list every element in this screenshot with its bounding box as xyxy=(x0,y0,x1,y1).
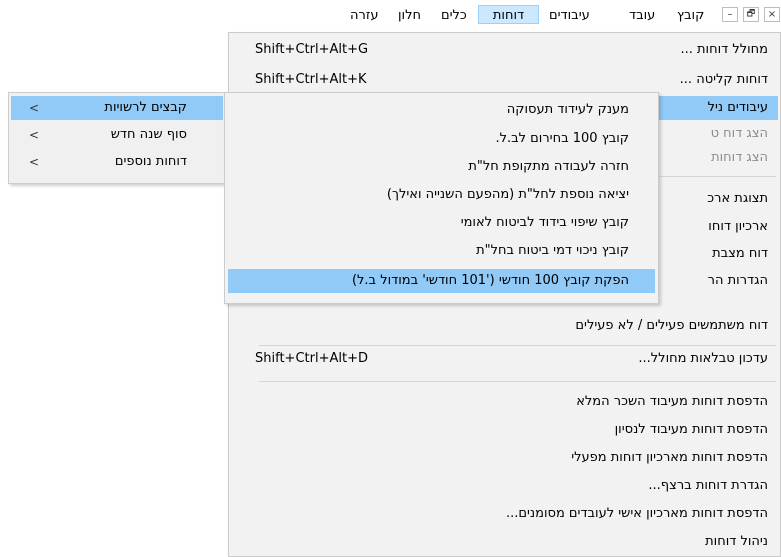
submenu-item-label: יציאה נוספת לחל"ת (מהפעם השנייה ואילך) xyxy=(386,187,629,202)
chevron-left-icon: < xyxy=(29,155,40,169)
menu-tools[interactable]: כלים xyxy=(437,5,471,24)
menu-item-intake-reports[interactable]: דוחות קליטה ... Shift+Ctrl+Alt+K xyxy=(231,68,778,92)
restore-icon[interactable]: 🗗 xyxy=(743,7,759,22)
menu-item-label: הדפסת דוחות מארכיון אישי לעובדים מסומנים… xyxy=(506,506,768,521)
submenu-item-label: חזרה לעבודה מתקופת חל"ת xyxy=(468,159,629,174)
menu-item-label: הגדרות הר xyxy=(707,273,768,288)
submenu-item-new-year-end[interactable]: סוף שנה חדש < xyxy=(11,123,223,147)
menu-item-print-personal-archive[interactable]: הדפסת דוחות מארכיון אישי לעובדים מסומנים… xyxy=(231,502,778,526)
submenu-item-label: סוף שנה חדש xyxy=(110,127,187,142)
menu-item-manage-reports[interactable]: ניהול דוחות xyxy=(231,530,778,554)
menu-item-label: מחולל דוחות ... xyxy=(680,42,768,57)
submenu-item-emergency-file[interactable]: קובץ 100 בחירום לב.ל. xyxy=(227,127,656,151)
submenu-item-deduction-file[interactable]: קובץ ניכוי דמי ביטוח בחל"ת xyxy=(227,239,656,263)
menu-item-print-trial[interactable]: הדפסת דוחות מעיבוד לנסיון xyxy=(231,418,778,442)
submenu-item-label: מענק לעידוד תעסוקה xyxy=(506,102,629,117)
menu-employee[interactable]: עובד xyxy=(625,5,659,24)
menu-separator xyxy=(259,381,776,382)
menu-item-update-tables[interactable]: עדכון טבלאות מחולל... Shift+Ctrl+Alt+D xyxy=(231,347,778,371)
menu-item-print-full-payroll[interactable]: הדפסת דוחות מעיבוד השכר המלא xyxy=(231,390,778,414)
shortcut-label: Shift+Ctrl+Alt+G xyxy=(255,42,369,57)
menu-item-label: דוח משתמשים פעילים / לא פעילים xyxy=(575,318,768,333)
menu-item-sequence-settings[interactable]: הגדרת דוחות ברצף... xyxy=(231,474,778,498)
submenu-item-label: קובץ ניכוי דמי ביטוח בחל"ת xyxy=(476,243,629,258)
menu-window[interactable]: חלון xyxy=(394,5,425,24)
submenu-item-isolation-file[interactable]: קובץ שיפוי בידוד לביטוח לאומי xyxy=(227,211,656,235)
chevron-left-icon: < xyxy=(29,128,40,142)
menu-item-label: הדפסת דוחות מארכיון דוחות מפעלי xyxy=(571,450,768,465)
menu-help[interactable]: עזרה xyxy=(346,5,382,24)
menu-file[interactable]: קובץ xyxy=(673,5,708,24)
submenu-item-label: קובץ 100 בחירום לב.ל. xyxy=(495,131,629,146)
submenu-item-label: דוחות נוספים xyxy=(114,154,187,169)
authorities-submenu: קבצים לרשויות < סוף שנה חדש < דוחות נוספ… xyxy=(8,92,226,184)
menu-item-label: תצוגת ארכ xyxy=(707,191,768,206)
submenu-item-label: הפקת קובץ 100 חודשי ('101 חודשי' במודול … xyxy=(351,273,629,288)
menu-separator xyxy=(259,345,776,346)
menu-item-label: הדפסת דוחות מעיבוד לנסיון xyxy=(614,422,768,437)
close-icon[interactable]: × xyxy=(764,7,780,22)
submenu-item-label: קובץ שיפוי בידוד לביטוח לאומי xyxy=(460,215,629,230)
menu-item-label: דוחות קליטה ... xyxy=(679,72,768,87)
submenu-item-additional-reports[interactable]: דוחות נוספים < xyxy=(11,150,223,174)
menu-item-label: הצג דוחות xyxy=(711,150,768,165)
shortcut-label: Shift+Ctrl+Alt+K xyxy=(255,72,367,87)
chevron-left-icon: < xyxy=(29,101,40,115)
menu-item-label: עדכון טבלאות מחולל... xyxy=(638,351,768,366)
shortcut-label: Shift+Ctrl+Alt+D xyxy=(255,351,368,366)
submenu-item-label: קבצים לרשויות xyxy=(104,100,187,115)
menu-item-label: הגדרת דוחות ברצף... xyxy=(648,478,768,493)
menu-item-label: דוח מצבת xyxy=(712,246,768,261)
submenu-item-monthly-100-file[interactable]: הפקת קובץ 100 חודשי ('101 חודשי' במודול … xyxy=(228,269,655,293)
submenu-item-additional-leave[interactable]: יציאה נוספת לחל"ת (מהפעם השנייה ואילך) xyxy=(227,183,656,207)
menu-item-report-generator[interactable]: מחולל דוחות ... Shift+Ctrl+Alt+G xyxy=(231,38,778,62)
menu-item-label: הדפסת דוחות מעיבוד השכר המלא xyxy=(576,394,768,409)
menu-item-label: ארכיון דוחו xyxy=(708,219,768,234)
minimize-icon[interactable]: – xyxy=(722,7,738,22)
processing-submenu: מענק לעידוד תעסוקה קובץ 100 בחירום לב.ל.… xyxy=(224,92,659,304)
menu-item-active-users-report[interactable]: דוח משתמשים פעילים / לא פעילים xyxy=(231,314,778,338)
menu-processing[interactable]: עיבודים xyxy=(545,5,594,24)
submenu-item-return-to-work[interactable]: חזרה לעבודה מתקופת חל"ת xyxy=(227,155,656,179)
menu-item-label: הצג דוח ט xyxy=(710,126,768,141)
menu-item-label: ניהול דוחות xyxy=(705,534,768,549)
submenu-item-authority-files[interactable]: קבצים לרשויות < xyxy=(11,96,223,120)
submenu-item-employment-grant[interactable]: מענק לעידוד תעסוקה xyxy=(227,98,656,122)
menu-item-label: עיבודים ניל xyxy=(707,100,768,115)
menu-item-print-factory-archive[interactable]: הדפסת דוחות מארכיון דוחות מפעלי xyxy=(231,446,778,470)
menu-bar: × 🗗 – קובץ עובד עיבודים דוחות כלים חלון … xyxy=(0,0,781,28)
menu-reports[interactable]: דוחות xyxy=(478,5,539,24)
